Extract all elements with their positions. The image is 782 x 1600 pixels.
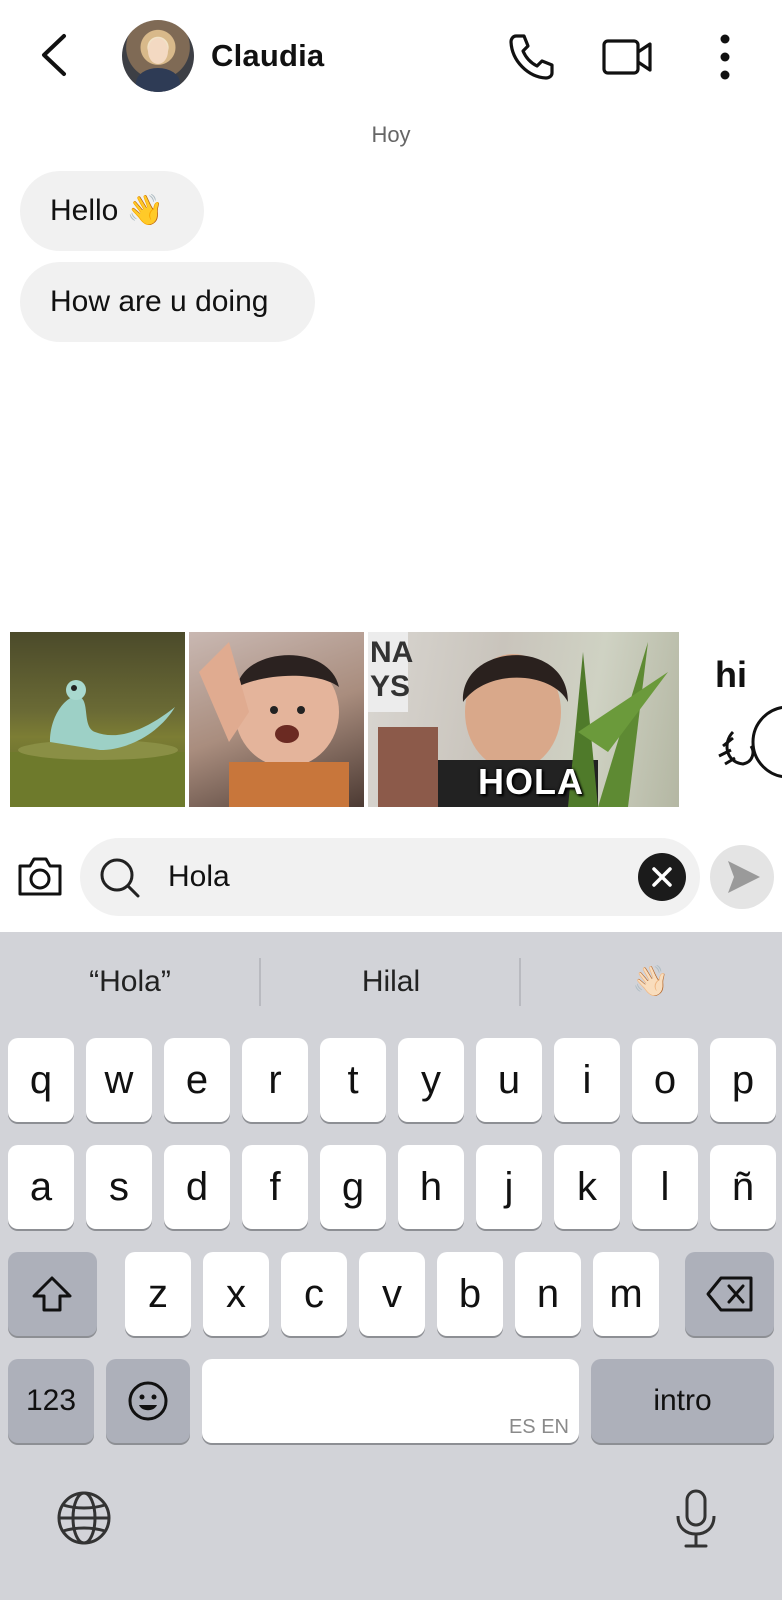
- svg-text:NA: NA: [370, 636, 413, 669]
- key-g[interactable]: g: [320, 1145, 386, 1229]
- key-a[interactable]: a: [8, 1145, 74, 1229]
- contact-name[interactable]: Claudia: [211, 38, 324, 74]
- key-n[interactable]: n: [515, 1252, 581, 1336]
- key-f[interactable]: f: [242, 1145, 308, 1229]
- key-i[interactable]: i: [554, 1038, 620, 1122]
- send-button[interactable]: [710, 845, 774, 909]
- key-u[interactable]: u: [476, 1038, 542, 1122]
- key-r[interactable]: r: [242, 1038, 308, 1122]
- key-t[interactable]: t: [320, 1038, 386, 1122]
- avatar-body: [136, 68, 180, 92]
- gif-thumbnail-waving-hand: [718, 706, 782, 778]
- message-bubble[interactable]: Hello 👋: [20, 171, 204, 251]
- gif-thumbnail-boy: [199, 642, 349, 807]
- back-arrow-icon[interactable]: [36, 30, 76, 80]
- send-icon: [728, 861, 760, 893]
- chat-header: Claudia: [0, 0, 782, 115]
- gif-caption: HOLA: [478, 761, 584, 802]
- key-q[interactable]: q: [8, 1038, 74, 1122]
- message-bubble[interactable]: How are u doing: [20, 262, 315, 342]
- gif-thumbnail-lizard: [10, 680, 185, 807]
- key-b[interactable]: b: [437, 1252, 503, 1336]
- suggestion-emoji[interactable]: 👋🏻: [521, 932, 781, 1032]
- search-input[interactable]: [168, 838, 608, 916]
- key-x[interactable]: x: [203, 1252, 269, 1336]
- key-z[interactable]: z: [125, 1252, 191, 1336]
- avatar-face: [148, 38, 168, 64]
- shift-key[interactable]: [8, 1252, 97, 1336]
- suggestion-2[interactable]: Hilal: [261, 932, 521, 1032]
- key-m[interactable]: m: [593, 1252, 659, 1336]
- camera-icon[interactable]: [15, 852, 65, 902]
- key-d[interactable]: d: [164, 1145, 230, 1229]
- globe-icon[interactable]: [56, 1490, 112, 1546]
- key-j[interactable]: j: [476, 1145, 542, 1229]
- emoji-key[interactable]: [106, 1359, 190, 1443]
- gif-result[interactable]: hi: [683, 632, 782, 807]
- key-e[interactable]: e: [164, 1038, 230, 1122]
- key-o[interactable]: o: [632, 1038, 698, 1122]
- day-separator: Hoy: [371, 122, 411, 147]
- backspace-icon: [706, 1276, 753, 1312]
- return-key[interactable]: intro: [591, 1359, 774, 1443]
- emoji-icon: [128, 1381, 168, 1421]
- space-key[interactable]: ES EN: [202, 1359, 579, 1443]
- keyboard: “Hola” Hilal 👋🏻 q w e r t y u i o p a s …: [0, 932, 782, 1600]
- gif-search-field[interactable]: [80, 838, 700, 916]
- shift-icon: [32, 1276, 72, 1312]
- key-v[interactable]: v: [359, 1252, 425, 1336]
- more-vertical-icon[interactable]: [698, 30, 752, 84]
- key-c[interactable]: c: [281, 1252, 347, 1336]
- backspace-key[interactable]: [685, 1252, 774, 1336]
- numbers-key[interactable]: 123: [8, 1359, 94, 1443]
- microphone-icon[interactable]: [672, 1488, 720, 1550]
- key-p[interactable]: p: [710, 1038, 776, 1122]
- gif-result[interactable]: [10, 632, 185, 807]
- search-icon: [100, 858, 140, 898]
- key-y[interactable]: y: [398, 1038, 464, 1122]
- avatar[interactable]: [122, 20, 194, 92]
- suggestion-1[interactable]: “Hola”: [0, 932, 260, 1032]
- key-w[interactable]: w: [86, 1038, 152, 1122]
- clear-search-button[interactable]: [638, 853, 686, 901]
- video-call-icon[interactable]: [600, 30, 654, 84]
- key-s[interactable]: s: [86, 1145, 152, 1229]
- gif-result[interactable]: [189, 632, 364, 807]
- space-language-hint: ES EN: [508, 1416, 569, 1438]
- svg-text:YS: YS: [370, 670, 410, 703]
- gif-result[interactable]: NA YS HOLA: [368, 632, 679, 807]
- key-n-tilde[interactable]: ñ: [710, 1145, 776, 1229]
- key-k[interactable]: k: [554, 1145, 620, 1229]
- key-l[interactable]: l: [632, 1145, 698, 1229]
- key-h[interactable]: h: [398, 1145, 464, 1229]
- phone-icon[interactable]: [504, 30, 558, 84]
- close-icon: [652, 867, 672, 887]
